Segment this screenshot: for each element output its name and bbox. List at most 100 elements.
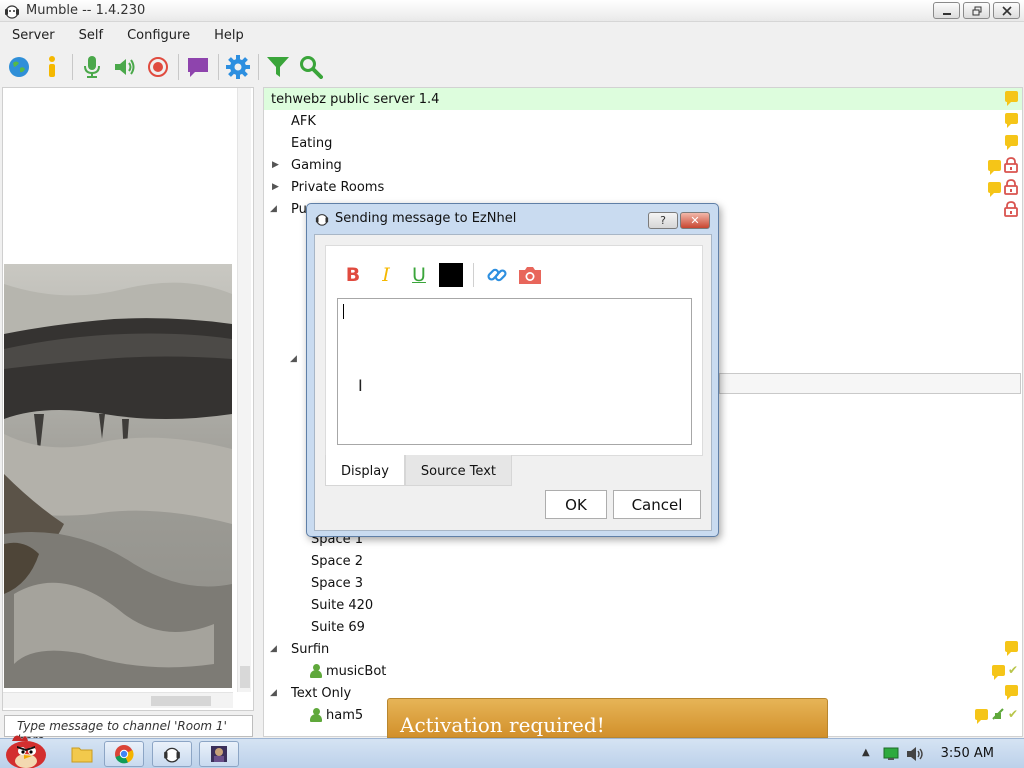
activation-text: Activation required!: [400, 713, 605, 737]
user-label: ham5: [326, 707, 364, 723]
channel-label: Eating: [291, 135, 333, 151]
selected-row-highlight: [719, 373, 1021, 394]
volume-icon: [907, 747, 923, 761]
toolbar-separator: [258, 54, 259, 80]
bold-button[interactable]: B: [340, 263, 366, 287]
lock-icon: [1004, 201, 1018, 217]
menu-configure[interactable]: Configure: [115, 28, 202, 43]
game-taskbar-button[interactable]: [199, 741, 239, 767]
channel-row[interactable]: Suite 69: [264, 616, 1022, 638]
comment-icon: [1005, 685, 1018, 700]
record-icon: [148, 57, 168, 77]
collapse-arrow-icon[interactable]: ◢: [290, 354, 297, 364]
text-color-swatch[interactable]: [439, 263, 463, 287]
channel-label: Suite 69: [311, 619, 365, 635]
comment-icon: [991, 664, 1005, 680]
channel-row[interactable]: Space 3: [264, 572, 1022, 594]
settings-gear-icon: [226, 55, 250, 79]
toolbar: [0, 50, 1024, 84]
restore-button[interactable]: [963, 2, 990, 19]
camera-icon: [519, 267, 541, 284]
lock-icon: [1004, 157, 1018, 173]
tree-root-server[interactable]: tehwebz public server 1.4: [264, 88, 1022, 110]
comment-icon: [1005, 641, 1018, 656]
user-icon: [310, 708, 322, 722]
expand-arrow-icon[interactable]: ▶: [272, 182, 279, 192]
volume-tray-icon[interactable]: [906, 746, 924, 766]
toolbar-separator: [218, 54, 219, 80]
dialog-help-button[interactable]: ?: [648, 212, 678, 229]
dialog-close-button[interactable]: ✕: [680, 212, 710, 229]
comment-icon: [974, 708, 988, 724]
taskbar: ▲ 3:50 AM: [0, 735, 1024, 768]
cancel-button[interactable]: Cancel: [613, 490, 701, 519]
chat-bubble-icon: [188, 58, 208, 77]
chat-log-pane[interactable]: [2, 87, 254, 711]
network-tray-icon[interactable]: [883, 747, 899, 765]
close-window-button[interactable]: [993, 2, 1020, 19]
expand-arrow-icon[interactable]: ▶: [272, 160, 279, 170]
channel-row[interactable]: Eating: [264, 132, 1022, 154]
scrollbar-thumb[interactable]: [151, 696, 211, 706]
channel-row[interactable]: ▶ Gaming: [264, 154, 1022, 176]
settings-button[interactable]: [225, 54, 251, 80]
activation-banner: Activation required!: [387, 698, 828, 738]
search-icon: [300, 56, 323, 79]
microphone-icon: [84, 56, 100, 78]
underline-button[interactable]: U: [406, 263, 432, 287]
info-button[interactable]: [39, 54, 65, 80]
italic-button[interactable]: I: [373, 263, 399, 287]
format-separator: [473, 263, 474, 287]
mumble-app-icon: [315, 213, 329, 226]
mute-microphone-button[interactable]: [79, 54, 105, 80]
chat-log-image: [4, 264, 232, 688]
insert-image-button[interactable]: [517, 263, 543, 287]
channel-label: Space 2: [311, 553, 364, 569]
chat-log-vertical-scrollbar[interactable]: [237, 88, 251, 692]
show-hidden-icons-icon[interactable]: ▲: [862, 747, 870, 758]
menu-self[interactable]: Self: [67, 28, 115, 43]
channel-row[interactable]: ◢ Surfin: [264, 638, 1022, 660]
send-message-button[interactable]: [185, 54, 211, 80]
tab-source-text[interactable]: Source Text: [404, 455, 512, 486]
menu-server[interactable]: Server: [0, 28, 67, 43]
clock[interactable]: 3:50 AM: [941, 746, 994, 761]
speaker-icon: [115, 59, 135, 75]
close-icon: [1001, 5, 1012, 16]
user-row[interactable]: musicBot ✔: [264, 660, 1022, 682]
deafen-button[interactable]: [112, 54, 138, 80]
channel-label: Suite 420: [311, 597, 374, 613]
collapse-arrow-icon[interactable]: ◢: [270, 204, 277, 214]
scrollbar-thumb[interactable]: [240, 666, 250, 688]
collapse-arrow-icon[interactable]: ◢: [270, 644, 277, 654]
minimize-button[interactable]: [933, 2, 960, 19]
message-text-area[interactable]: I: [337, 298, 692, 445]
filter-button[interactable]: [265, 54, 291, 80]
mumble-taskbar-button[interactable]: [152, 741, 192, 767]
connect-button[interactable]: [6, 54, 32, 80]
toolbar-separator: [178, 54, 179, 80]
chrome-taskbar-button[interactable]: [104, 741, 144, 767]
record-button[interactable]: [145, 54, 171, 80]
channel-row[interactable]: Suite 420: [264, 594, 1022, 616]
insert-link-button[interactable]: [484, 263, 510, 287]
ok-button[interactable]: OK: [545, 490, 607, 519]
send-message-dialog: Sending message to EzNhel ? ✕ B I U I Di…: [306, 203, 719, 537]
editor-tabs: Display Source Text: [325, 455, 512, 486]
channel-row[interactable]: ▶ Private Rooms: [264, 176, 1022, 198]
minimize-icon: [942, 12, 951, 15]
dialog-title: Sending message to EzNhel: [335, 211, 517, 226]
chat-log-horizontal-scrollbar[interactable]: [3, 692, 233, 708]
channel-label: Pu: [291, 201, 307, 217]
self-deafened-icon: [992, 708, 1004, 720]
channel-row[interactable]: AFK: [264, 110, 1022, 132]
window-title: Mumble -- 1.4.230: [26, 3, 146, 18]
channel-row[interactable]: Space 2: [264, 550, 1022, 572]
search-button[interactable]: [298, 54, 324, 80]
menu-help[interactable]: Help: [202, 28, 256, 43]
tab-display[interactable]: Display: [325, 455, 405, 486]
authenticated-check-icon: ✔: [1007, 663, 1018, 677]
start-button[interactable]: [2, 731, 50, 768]
collapse-arrow-icon[interactable]: ◢: [270, 688, 277, 698]
file-explorer-taskbar-button[interactable]: [70, 742, 94, 766]
